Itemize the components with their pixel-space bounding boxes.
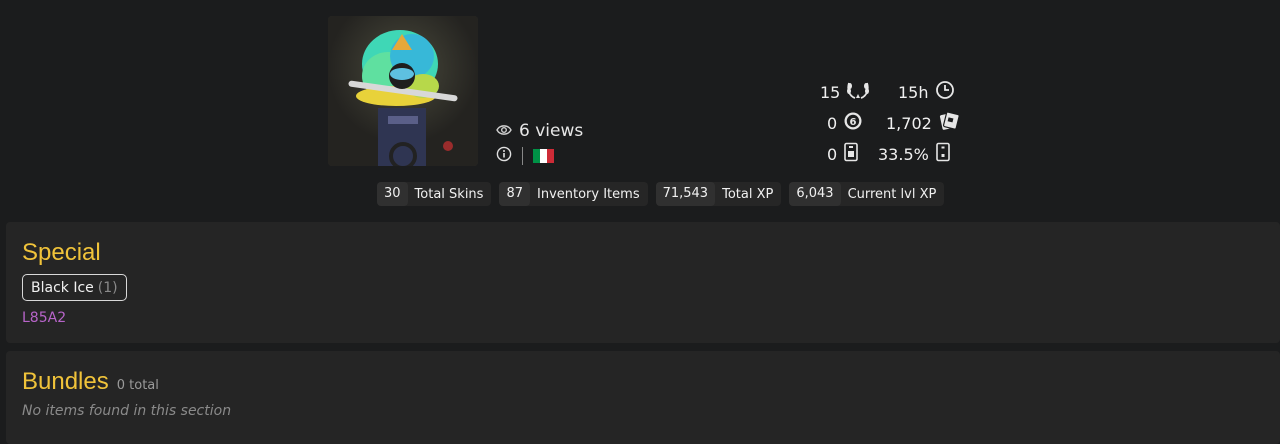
bundles-header: Bundles 0 total: [22, 368, 159, 396]
special-title: Special: [22, 239, 101, 266]
chip-value: 71,543: [655, 182, 716, 206]
italy-flag-icon: [533, 149, 554, 163]
profile-meta: [496, 146, 554, 166]
chip-inventory-items: 87 Inventory Items: [499, 182, 648, 206]
bundles-section: Bundles 0 total No items found in this s…: [6, 351, 1280, 444]
stat-trophies: 15: [820, 80, 870, 104]
stat-hours-value: 15h: [898, 82, 929, 102]
chip-label: Current lvl XP: [847, 186, 937, 202]
bundles-total: 0 total: [116, 378, 159, 393]
views-counter: 6 views: [496, 121, 583, 141]
stat-trophies-value: 15: [820, 82, 841, 102]
info-icon[interactable]: [496, 146, 512, 166]
stat-tickets: 1,702: [886, 111, 960, 135]
pill-count: (1): [97, 279, 118, 296]
stat-cards-percent: 33.5%: [878, 142, 951, 166]
profile-avatar: [328, 16, 478, 166]
chip-label: Inventory Items: [537, 186, 640, 202]
chip-label: Total XP: [722, 186, 774, 202]
stat-hours: 15h: [898, 80, 955, 104]
weapon-link[interactable]: L85A2: [22, 310, 66, 326]
chip-value: 6,043: [789, 182, 841, 206]
tickets-icon: [938, 111, 960, 135]
stat-tickets-value: 1,702: [886, 113, 932, 133]
chip-current-lvl-xp: 6,043 Current lvl XP: [789, 182, 945, 206]
views-label: 6 views: [519, 121, 584, 141]
special-section: Special Black Ice (1) L85A2: [6, 222, 1280, 343]
bundles-title: Bundles: [22, 368, 109, 395]
chip-value: 30: [377, 182, 408, 206]
stat-credits-value: 0: [827, 113, 838, 133]
card-icon: [843, 142, 859, 166]
divider: [522, 147, 523, 165]
laurel-wreath-icon: [846, 80, 870, 104]
summary-chips: 30 Total Skins 87 Inventory Items 71,543…: [377, 182, 945, 206]
chip-value: 87: [499, 182, 530, 206]
svg-text:6: 6: [850, 117, 857, 128]
pill-label: Black Ice: [31, 279, 94, 296]
stat-cards-percent-value: 33.5%: [878, 144, 929, 164]
chip-total-xp: 71,543 Total XP: [655, 182, 782, 206]
chip-total-skins: 30 Total Skins: [377, 182, 492, 206]
card-outline-icon: [935, 142, 951, 166]
skin-pill-black-ice[interactable]: Black Ice (1): [22, 274, 127, 301]
eye-icon: [496, 121, 512, 141]
stat-cards-count: 0: [827, 142, 859, 166]
chip-label: Total Skins: [414, 186, 484, 202]
coin-icon: 6: [843, 111, 863, 135]
stat-credits: 0 6: [827, 111, 863, 135]
stat-cards-count-value: 0: [827, 144, 838, 164]
clock-icon: [935, 80, 955, 104]
empty-message: No items found in this section: [22, 403, 232, 419]
